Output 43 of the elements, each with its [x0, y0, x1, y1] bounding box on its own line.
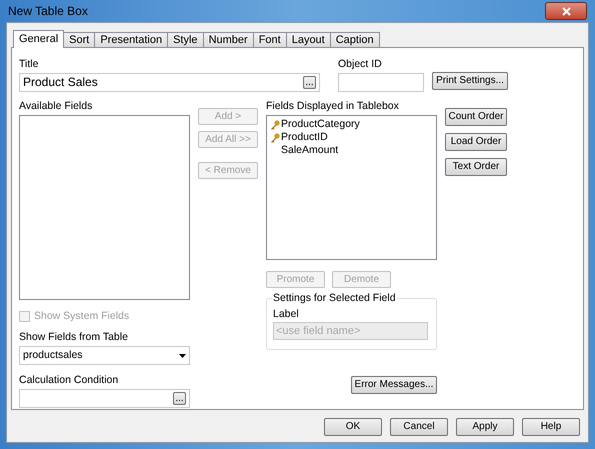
tab[interactable]: Presentation — [94, 32, 168, 47]
field-label: Show Fields from Table — [19, 331, 129, 344]
list-label: Fields Displayed in Tablebox — [266, 100, 400, 113]
checkbox-label: Show System Fields — [34, 310, 130, 323]
browse-button[interactable]: ... — [303, 76, 316, 89]
list-item[interactable]: ProductID — [281, 131, 328, 144]
available-fields-list[interactable] — [19, 115, 190, 300]
push-button[interactable]: Help — [522, 418, 580, 436]
tab[interactable]: Caption — [330, 32, 380, 47]
push-button[interactable]: OK — [324, 418, 382, 436]
list-item[interactable]: ProductCategory — [281, 118, 360, 131]
tab[interactable]: Layout — [286, 32, 331, 47]
push-button[interactable]: Error Messages... — [351, 376, 437, 394]
object-id-field[interactable] — [338, 73, 424, 92]
displayed-fields-list[interactable]: ProductCategory ProductID SaleAmount — [266, 115, 437, 260]
dropdown-arrow-icon — [179, 354, 186, 358]
push-button[interactable]: Text Order — [445, 158, 507, 176]
browse-button[interactable]: ... — [173, 392, 186, 405]
calculation-condition-field[interactable]: ... — [19, 389, 190, 408]
list-item[interactable]: SaleAmount — [281, 144, 338, 157]
field-label: Label — [273, 308, 300, 321]
field-label: Calculation Condition — [19, 374, 120, 387]
title-field[interactable]: Product Sales ... — [19, 73, 320, 92]
push-button[interactable]: Load Order — [445, 133, 507, 151]
field-label: Title — [19, 58, 40, 71]
tab[interactable]: Number — [202, 32, 254, 47]
push-button[interactable]: Apply — [456, 418, 514, 436]
window-title: New Table Box — [8, 4, 88, 18]
field-label: Object ID — [338, 58, 383, 71]
push-button[interactable]: Count Order — [445, 108, 507, 126]
close-icon — [562, 6, 570, 16]
tab[interactable]: General — [13, 30, 64, 48]
push-button[interactable]: Print Settings... — [432, 72, 508, 90]
list-label: Available Fields — [19, 100, 94, 113]
tab[interactable]: Font — [252, 32, 287, 47]
group-title: Settings for Selected Field — [272, 292, 397, 305]
table-dropdown[interactable]: productsales — [19, 346, 190, 365]
push-button[interactable]: Cancel — [390, 418, 448, 436]
key-icon — [270, 132, 280, 142]
close-button[interactable] — [545, 2, 587, 20]
tab[interactable]: Style — [167, 32, 204, 47]
tab[interactable]: Sort — [63, 32, 96, 47]
key-icon — [270, 120, 280, 130]
